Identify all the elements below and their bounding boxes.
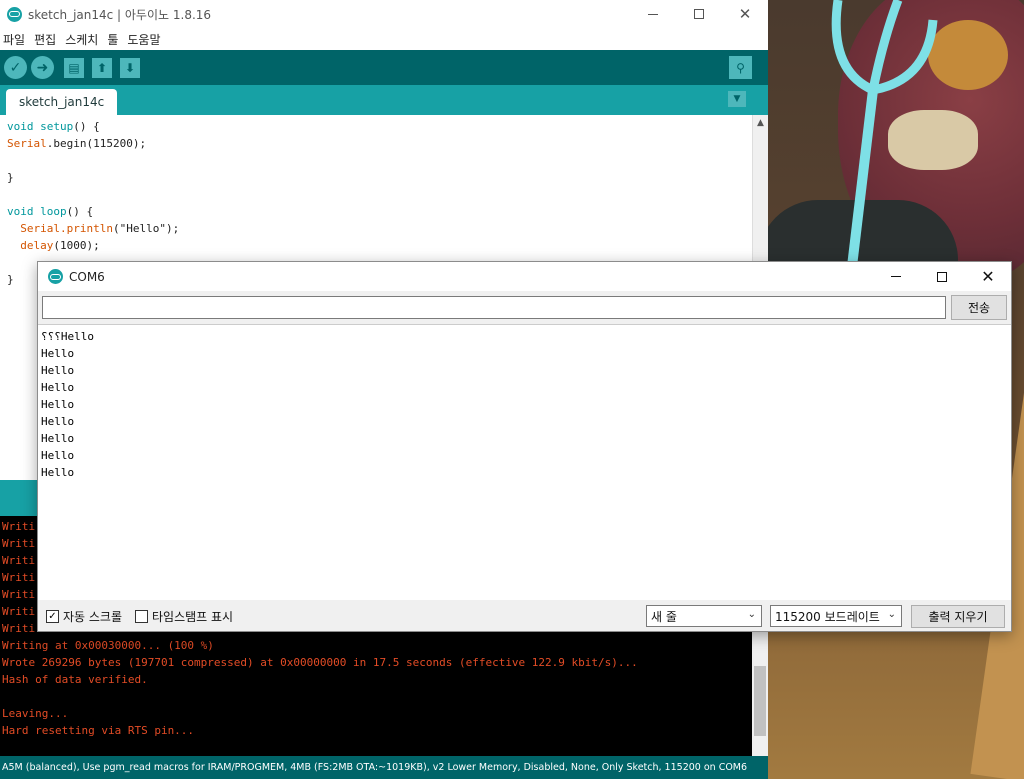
- new-sketch-button[interactable]: ▤: [64, 57, 84, 78]
- serial-maximize-button[interactable]: [919, 262, 965, 291]
- chevron-down-icon: ⌄: [887, 609, 896, 620]
- console-line: Hash of data verified.: [2, 673, 148, 686]
- minimize-icon: [891, 276, 901, 277]
- menu-bar: 파일 편집 스케치 툴 도움말: [0, 28, 768, 50]
- baud-rate-value: 115200 보드레이트: [775, 609, 880, 624]
- serial-line: Hello: [41, 432, 75, 445]
- clear-output-button[interactable]: 출력 지우기: [911, 605, 1005, 628]
- autoscroll-checkbox[interactable]: ✓: [46, 610, 59, 623]
- send-button[interactable]: 전송: [951, 295, 1007, 320]
- scroll-up-icon[interactable]: ▲: [753, 115, 768, 131]
- tab-bar: sketch_jan14c ▼: [0, 85, 768, 115]
- window-title: sketch_jan14c | 아두이노 1.8.16: [28, 7, 212, 22]
- minimize-button[interactable]: [630, 0, 676, 28]
- minimize-icon: [648, 13, 658, 15]
- open-button[interactable]: ⬆: [92, 57, 112, 78]
- timestamp-checkbox[interactable]: [135, 610, 148, 623]
- verify-button[interactable]: ✓: [4, 56, 27, 79]
- serial-minimize-button[interactable]: [873, 262, 919, 291]
- console-line: Wrote 269296 bytes (197701 compressed) a…: [2, 656, 638, 669]
- serial-line: Hello: [41, 381, 75, 394]
- serial-send-input[interactable]: [42, 296, 946, 319]
- save-button[interactable]: ⬇: [120, 57, 140, 78]
- serial-line: Hello: [41, 398, 75, 411]
- autoscroll-option[interactable]: ✓ 자동 스크롤: [46, 608, 122, 625]
- serial-output-text: ⸮⸮⸮Hello Hello Hello Hello Hello Hello Hello He…: [41, 328, 94, 481]
- console-scroll-thumb[interactable]: [754, 666, 766, 736]
- maximize-button[interactable]: [676, 0, 722, 28]
- console-line: Leaving...: [2, 707, 69, 720]
- arduino-icon: [7, 6, 22, 22]
- serial-monitor-button[interactable]: ⚲: [729, 56, 752, 79]
- serial-line: Hello: [41, 347, 75, 360]
- serial-line: Hello: [41, 449, 75, 462]
- line-ending-value: 새 줄: [651, 609, 677, 624]
- menu-sketch[interactable]: 스케치: [65, 31, 98, 48]
- timestamp-option[interactable]: 타임스탬프 표시: [135, 608, 233, 625]
- console-line: Writing at 0x00030000... (100 %): [2, 639, 214, 652]
- serial-line: Hello: [41, 466, 75, 479]
- wallpaper-shape: [928, 20, 1008, 90]
- serial-titlebar[interactable]: COM6 ✕: [38, 262, 1011, 291]
- console-line: Hard resetting via RTS pin...: [2, 724, 195, 737]
- line-ending-select[interactable]: 새 줄 ⌄: [646, 605, 762, 627]
- menu-help[interactable]: 도움말: [127, 31, 160, 48]
- chevron-down-icon: ▼: [733, 94, 741, 104]
- upload-button[interactable]: ➜: [31, 56, 54, 79]
- serial-title: COM6: [69, 269, 105, 284]
- maximize-icon: [694, 9, 704, 19]
- magnifier-icon: ⚲: [736, 60, 745, 75]
- close-button[interactable]: ✕: [722, 0, 768, 28]
- arduino-icon: [48, 269, 63, 284]
- tab-sketch[interactable]: sketch_jan14c: [6, 89, 118, 115]
- serial-line: Hello: [41, 364, 75, 377]
- arrow-right-icon: ➜: [36, 59, 49, 76]
- chevron-down-icon: ⌄: [747, 609, 756, 620]
- menu-edit[interactable]: 편집: [34, 31, 56, 48]
- serial-line: ⸮⸮⸮Hello: [41, 330, 94, 343]
- checkmark-icon: ✓: [9, 59, 22, 76]
- ide-titlebar[interactable]: sketch_jan14c | 아두이노 1.8.16 ✕: [0, 0, 768, 28]
- menu-file[interactable]: 파일: [3, 31, 25, 48]
- maximize-icon: [937, 271, 947, 282]
- menu-tools[interactable]: 툴: [107, 31, 118, 48]
- serial-close-button[interactable]: ✕: [965, 262, 1011, 291]
- arrow-down-icon: ⬇: [124, 60, 136, 75]
- autoscroll-label: 자동 스크롤: [63, 610, 123, 624]
- tab-menu-button[interactable]: ▼: [728, 91, 746, 107]
- close-icon: ✕: [981, 267, 995, 286]
- toolbar: ✓ ➜ ▤ ⬆ ⬇ ⚲: [0, 50, 768, 85]
- close-icon: ✕: [738, 5, 752, 23]
- serial-monitor-window: COM6 ✕ 전송 ⸮⸮⸮Hello Hello Hello Hello Hello He…: [37, 261, 1012, 632]
- serial-footer: ✓ 자동 스크롤 타임스탬프 표시 새 줄 ⌄ 115200 보드레이트 ⌄ 출…: [38, 600, 1011, 632]
- serial-line: Hello: [41, 415, 75, 428]
- trident-graphic: [831, 0, 938, 300]
- baud-rate-select[interactable]: 115200 보드레이트 ⌄: [770, 605, 902, 627]
- timestamp-label: 타임스탬프 표시: [152, 610, 234, 624]
- arrow-up-icon: ⬆: [96, 60, 108, 75]
- serial-output[interactable]: ⸮⸮⸮Hello Hello Hello Hello Hello Hello Hello He…: [38, 324, 1011, 600]
- new-file-icon: ▤: [68, 60, 80, 75]
- board-status-bar: A5M (balanced), Use pgm_read macros for …: [0, 756, 768, 779]
